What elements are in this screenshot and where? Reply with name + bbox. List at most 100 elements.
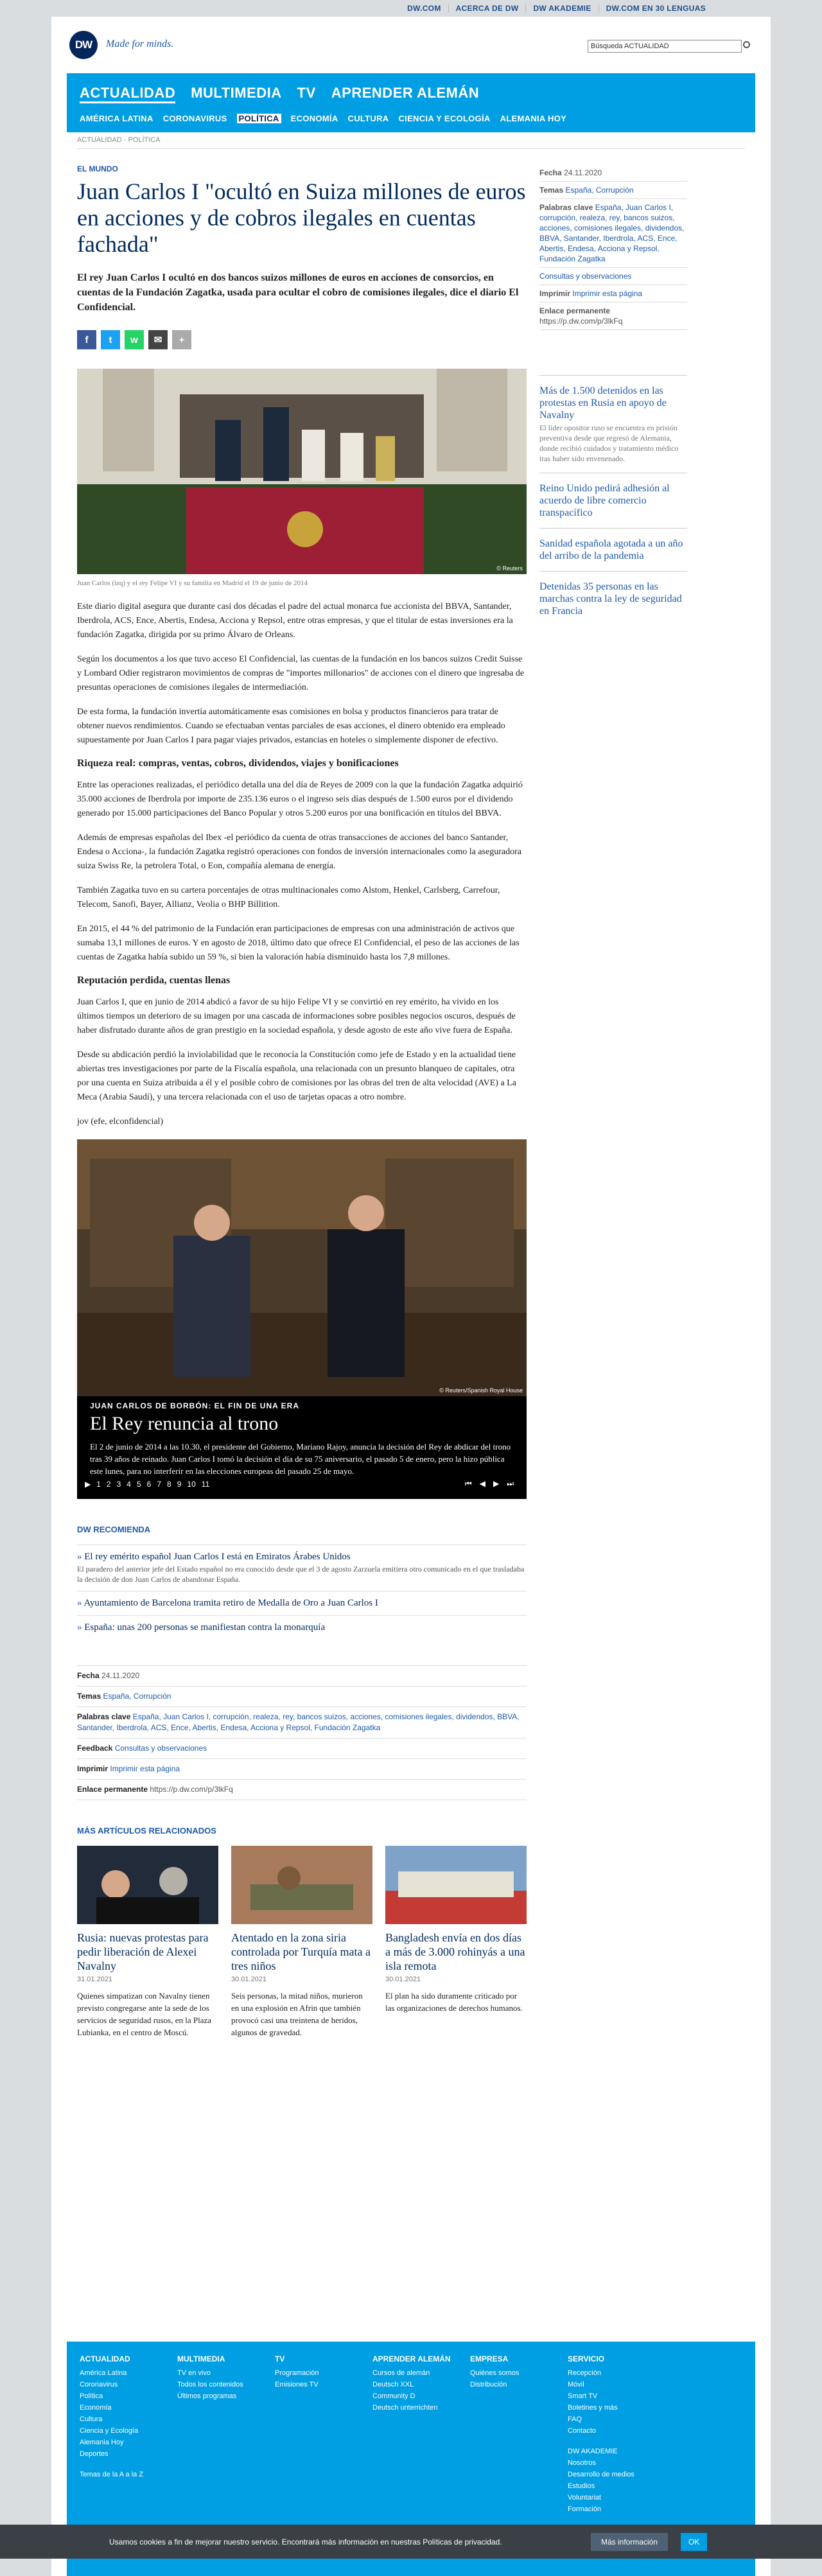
list-item[interactable]: Ayuntamiento de Barcelona tramita retiro… [77,1591,527,1615]
gallery-page[interactable]: 2 [107,1480,111,1489]
twitter-icon[interactable]: t [101,330,120,349]
footer-link[interactable]: Voluntariat [568,2492,664,2503]
prev-icon[interactable]: ◀ [480,1479,485,1489]
footer-link[interactable]: FAQ [568,2414,664,2425]
footer-link[interactable]: Contacto [568,2425,664,2437]
footer-link[interactable]: TV en vivo [177,2367,274,2379]
last-icon[interactable]: ⏭ [507,1479,514,1489]
nav-coronavirus[interactable]: CORONAVIRUS [163,114,227,123]
nav-economia[interactable]: ECONOMÍA [291,114,338,123]
nav-aprender-aleman[interactable]: APRENDER ALEMÁN [331,85,479,103]
footer-link[interactable]: Nosotros [568,2457,664,2469]
footer-link[interactable]: Ciencia y Ecología [80,2425,176,2437]
next-icon[interactable]: ▶ [493,1479,499,1489]
footer-link[interactable]: Política [80,2390,176,2402]
print-link[interactable]: Imprimir esta página [110,1764,180,1773]
footer-link[interactable]: Boletines y más [568,2402,664,2414]
footer-link[interactable]: Todos los contenidos [177,2379,274,2390]
footer-link[interactable] [80,2460,176,2469]
footer-heading[interactable]: APRENDER ALEMÁN [372,2354,469,2363]
footer-link[interactable]: Recepción [568,2367,664,2379]
footer-heading[interactable]: TV [275,2354,371,2363]
nav-america-latina[interactable]: AMÉRICA LATINA [80,114,153,123]
dw-logo[interactable]: DW [69,31,98,59]
footer-link[interactable]: Últimos programas [177,2390,274,2402]
rec-title[interactable]: El rey emérito español Juan Carlos I est… [77,1552,527,1563]
gallery-page[interactable]: 3 [117,1480,121,1489]
related-title[interactable]: Atentado en la zona siria controlada por… [231,1931,372,1973]
link-dw-com[interactable]: DW.COM [400,4,448,13]
footer-link[interactable]: Emisiones TV [275,2379,371,2390]
side-story-title[interactable]: Más de 1.500 detenidos en las protestas … [539,385,687,421]
gallery-page[interactable]: 5 [137,1480,141,1489]
footer-link[interactable] [568,2437,664,2446]
nav-alemania-hoy[interactable]: ALEMANIA HOY [500,114,567,123]
gallery-page[interactable]: 7 [157,1480,161,1489]
footer-link[interactable]: Community D [372,2390,469,2402]
related-title[interactable]: Bangladesh envía en dos días a más de 3.… [385,1931,527,1973]
nav-actualidad[interactable]: ACTUALIDAD [80,85,176,103]
first-icon[interactable]: ⏮ [465,1479,472,1489]
footer-link[interactable]: Economía [80,2402,176,2414]
link-30-lenguas[interactable]: DW.COM EN 30 LENGUAS [598,4,713,13]
gallery-page[interactable]: 4 [127,1480,131,1489]
breadcrumb[interactable]: ACTUALIDAD · POLÍTICA [77,136,745,149]
footer-heading[interactable]: EMPRESA [470,2354,566,2363]
facebook-icon[interactable]: f [77,330,96,349]
article-kicker[interactable]: EL MUNDO [77,164,527,173]
footer-link[interactable]: Coronavirus [80,2379,176,2390]
nav-politica[interactable]: POLÍTICA [236,114,281,123]
gallery-page[interactable]: 6 [147,1480,152,1489]
gallery-page[interactable]: 8 [167,1480,171,1489]
related-image[interactable] [385,1846,527,1924]
nav-cultura[interactable]: CULTURA [348,114,389,123]
footer-link[interactable]: Cultura [80,2414,176,2425]
related-image[interactable] [77,1846,218,1924]
footer-link[interactable]: América Latina [80,2367,176,2379]
nav-multimedia[interactable]: MULTIMEDIA [191,85,281,103]
list-item[interactable]: España: unas 200 personas se manifiestan… [77,1615,527,1640]
footer-link[interactable]: Deportes [80,2448,176,2460]
footer-heading[interactable]: MULTIMEDIA [177,2354,274,2363]
footer-link[interactable]: Programación [275,2367,371,2379]
related-card[interactable]: Bangladesh envía en dos días a más de 3.… [385,1846,527,2038]
gallery-page[interactable]: 10 [187,1480,195,1489]
footer-link[interactable]: Cursos de alemán [372,2367,469,2379]
side-story-title[interactable]: Reino Unido pedirá adhesión al acuerdo d… [539,482,687,519]
link-acerca[interactable]: ACERCA DE DW [448,4,526,13]
side-story-title[interactable]: Detenidas 35 personas en las marchas con… [539,581,687,617]
footer-link[interactable]: Móvil [568,2379,664,2390]
cookie-more-button[interactable]: Más información [591,2532,669,2551]
gallery-image[interactable]: © Reuters/Spanish Royal House [77,1139,527,1396]
footer-heading[interactable]: ACTUALIDAD [80,2354,176,2363]
side-story[interactable]: Reino Unido pedirá adhesión al acuerdo d… [539,473,687,528]
footer-link[interactable]: Smart TV [568,2390,664,2402]
more-share-icon[interactable]: + [172,330,191,349]
footer-link[interactable]: Deutsch XXL [372,2379,469,2390]
gallery-page[interactable]: 1 [96,1480,101,1489]
search-icon[interactable] [743,41,750,48]
footer-link[interactable]: Temas de la A a la Z [80,2469,176,2480]
whatsapp-icon[interactable]: w [125,330,144,349]
rec-title[interactable]: España: unas 200 personas se manifiestan… [77,1622,527,1633]
side-story[interactable]: Más de 1.500 detenidos en las protestas … [539,375,687,473]
footer-link[interactable]: Desarrollo de medios [568,2469,664,2480]
play-icon[interactable]: ▶ [85,1480,91,1489]
related-card[interactable]: Rusia: nuevas protestas para pedir liber… [77,1846,218,2038]
footer-heading[interactable]: SERVICIO [568,2354,664,2363]
footer-link[interactable]: DW AKADEMIE [568,2446,664,2457]
footer-link[interactable]: Distribución [470,2379,566,2390]
nav-tv[interactable]: TV [297,85,316,103]
rec-title[interactable]: Ayuntamiento de Barcelona tramita retiro… [77,1598,527,1609]
related-title[interactable]: Rusia: nuevas protestas para pedir liber… [77,1931,218,1973]
nav-ciencia[interactable]: CIENCIA Y ECOLOGÍA [398,114,490,123]
footer-link[interactable]: Estudios [568,2480,664,2492]
gallery-page[interactable]: 9 [177,1480,182,1489]
cookie-ok-button[interactable]: OK [681,2532,708,2551]
search-input[interactable] [588,40,742,53]
footer-link[interactable]: Formación [568,2503,664,2515]
side-story[interactable]: Detenidas 35 personas en las marchas con… [539,571,687,626]
gallery-page[interactable]: 11 [202,1480,209,1489]
link-akademie[interactable]: DW AKADEMIE [525,4,598,13]
footer-link[interactable]: Alemania Hoy [80,2437,176,2448]
